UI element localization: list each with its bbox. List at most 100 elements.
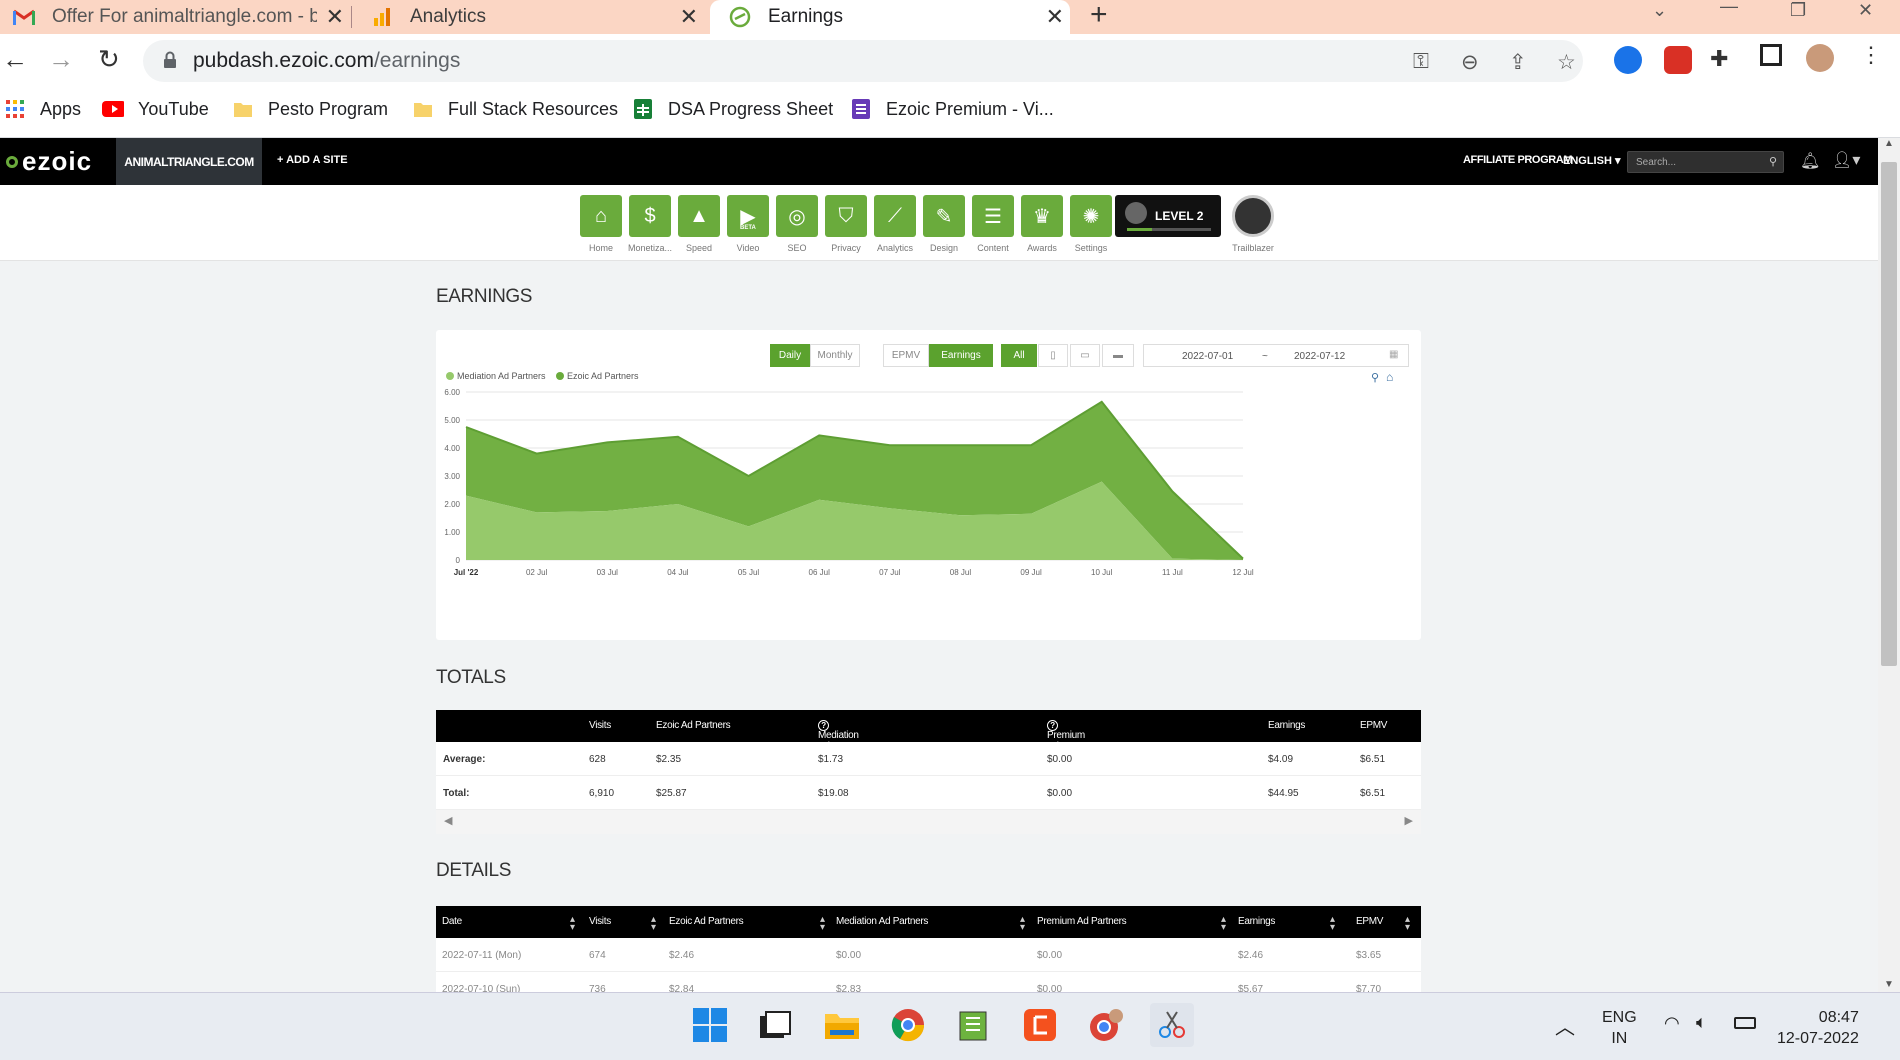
details-col-header[interactable]: Visits bbox=[589, 916, 611, 927]
table-cell: 6,910 bbox=[589, 788, 615, 799]
add-site-link[interactable]: + ADD A SITE bbox=[277, 154, 348, 166]
affiliate-program-link[interactable]: AFFILIATE PROGRAM bbox=[1463, 154, 1573, 166]
close-icon[interactable]: ✕ bbox=[326, 4, 344, 30]
share-icon[interactable]: ⇪ bbox=[1509, 50, 1527, 75]
nav-settings[interactable]: ✺ Settings bbox=[1069, 195, 1113, 253]
youtube-icon bbox=[102, 98, 124, 120]
ezoic-search-input[interactable]: Search... ⚲ bbox=[1627, 151, 1784, 173]
new-tab-button[interactable]: + bbox=[1090, 0, 1108, 30]
scroll-up-icon[interactable]: ▲ bbox=[1884, 138, 1894, 149]
volume-icon[interactable]: 🔈︎ bbox=[1696, 1012, 1707, 1033]
reload-icon[interactable]: ↻ bbox=[98, 44, 120, 75]
sort-icon[interactable]: ▴ ▾ bbox=[1221, 915, 1226, 933]
sort-icon[interactable]: ▴ ▾ bbox=[1330, 915, 1335, 933]
extensions-puzzle-icon[interactable]: ✚ bbox=[1710, 46, 1728, 72]
nav-analytics[interactable]: ⟋ Analytics bbox=[873, 195, 917, 253]
bookmark-pesto[interactable]: Pesto Program bbox=[232, 98, 388, 120]
bookmark-fullstack[interactable]: Full Stack Resources bbox=[412, 98, 618, 120]
details-col-header[interactable]: Ezoic Ad Partners bbox=[669, 916, 744, 927]
windows-start-icon[interactable] bbox=[688, 1003, 732, 1047]
level-badge[interactable]: LEVEL 2 bbox=[1115, 195, 1221, 237]
nav-speed[interactable]: ▲ Speed bbox=[677, 195, 721, 253]
menu-kebab-icon[interactable]: ⋮ bbox=[1860, 42, 1882, 68]
back-icon[interactable]: ← bbox=[2, 44, 28, 75]
zoom-out-icon[interactable]: ⊖ bbox=[1461, 50, 1479, 75]
bookmark-star-icon[interactable]: ☆ bbox=[1557, 50, 1576, 75]
nav-label: SEO bbox=[787, 243, 807, 253]
bookmark-ezoic-premium[interactable]: Ezoic Premium - Vi... bbox=[850, 98, 1054, 120]
scroll-right-icon[interactable]: ▶ bbox=[1405, 814, 1413, 827]
extension-red-icon[interactable] bbox=[1664, 46, 1692, 74]
language-label: ENGLISH bbox=[1563, 155, 1612, 167]
details-col-header[interactable]: Premium Ad Partners bbox=[1037, 916, 1127, 927]
search-icon[interactable]: ⚲ bbox=[1769, 155, 1777, 168]
extension-blue-icon[interactable] bbox=[1614, 46, 1642, 74]
chrome-profile-icon[interactable] bbox=[1084, 1003, 1128, 1047]
bookmark-label: DSA Progress Sheet bbox=[668, 98, 834, 119]
details-col-header[interactable]: EPMV bbox=[1356, 916, 1383, 927]
scrollbar-thumb[interactable] bbox=[1881, 162, 1897, 666]
profile-avatar[interactable] bbox=[1806, 44, 1834, 72]
totals-header-row: Visits Ezoic Ad Partners Mediation Ad Pa… bbox=[436, 710, 1421, 763]
details-col-header[interactable]: Date bbox=[442, 916, 462, 927]
language-dropdown[interactable]: ENGLISH ▾ bbox=[1563, 154, 1621, 167]
input-language[interactable]: ENG IN bbox=[1602, 1007, 1637, 1049]
sort-icon[interactable]: ▴ ▾ bbox=[820, 915, 825, 933]
level-avatar bbox=[1125, 202, 1147, 224]
y-tick-label: 1.00 bbox=[444, 528, 460, 537]
tab-search-chevron-icon[interactable]: ⌄ bbox=[1652, 0, 1667, 21]
user-menu-icon[interactable]: 👤︎▾ bbox=[1832, 150, 1860, 170]
nav-awards[interactable]: ♛ Awards bbox=[1020, 195, 1064, 253]
side-panel-icon[interactable] bbox=[1760, 44, 1782, 66]
restore-icon[interactable]: ❐ bbox=[1790, 0, 1806, 21]
scroll-left-icon[interactable]: ◀ bbox=[444, 814, 452, 827]
file-explorer-icon[interactable] bbox=[820, 1003, 864, 1047]
chrome-icon[interactable] bbox=[886, 1003, 930, 1047]
nav-home[interactable]: ⌂ Home bbox=[579, 195, 623, 253]
close-icon[interactable]: ✕ bbox=[680, 4, 698, 30]
key-icon[interactable]: ⚿ bbox=[1413, 50, 1429, 74]
close-icon[interactable]: ✕ bbox=[1046, 4, 1064, 30]
nav-monetiza[interactable]: $ Monetiza... bbox=[628, 195, 672, 253]
trailblazer-badge[interactable]: Trailblazer bbox=[1232, 195, 1274, 253]
x-tick-label: 12 Jul bbox=[1232, 568, 1254, 577]
ezoic-logo[interactable]: ezoic bbox=[6, 146, 92, 177]
tab-gmail[interactable]: Offer For animaltriangle.com - ba ✕ bbox=[0, 0, 350, 34]
nav-design[interactable]: ✎ Design bbox=[922, 195, 966, 253]
bell-icon[interactable]: 🔔︎ bbox=[1800, 151, 1820, 171]
site-selector[interactable]: ANIMALTRIANGLE.COM bbox=[116, 138, 262, 185]
sort-icon[interactable]: ▴ ▾ bbox=[1405, 915, 1410, 933]
row-label: Total: bbox=[443, 788, 470, 799]
table-horizontal-scrollbar[interactable]: ◀ ▶ bbox=[436, 810, 1421, 834]
forward-icon[interactable]: → bbox=[48, 44, 74, 75]
snipping-tool-icon[interactable] bbox=[1150, 1003, 1194, 1047]
bookmark-dsa[interactable]: DSA Progress Sheet bbox=[632, 98, 833, 120]
sort-icon[interactable]: ▴ ▾ bbox=[1020, 915, 1025, 933]
scroll-down-icon[interactable]: ▼ bbox=[1884, 979, 1894, 990]
system-clock[interactable]: 08:47 12-07-2022 bbox=[1777, 1007, 1859, 1049]
table-cell: $6.51 bbox=[1360, 754, 1386, 765]
task-view-icon[interactable] bbox=[753, 1003, 797, 1047]
tab-analytics[interactable]: Analytics ✕ bbox=[352, 0, 704, 34]
nav-privacy[interactable]: ⛉ Privacy bbox=[824, 195, 868, 253]
table-cell: $2.46 bbox=[669, 950, 695, 961]
nav-content[interactable]: ☰ Content bbox=[971, 195, 1015, 253]
nav-seo[interactable]: ◎ SEO bbox=[775, 195, 819, 253]
wifi-icon[interactable]: ◠ bbox=[1664, 1013, 1680, 1034]
tab-earnings[interactable]: Earnings ✕ bbox=[710, 0, 1070, 34]
omnibox[interactable]: pubdash.ezoic.com/earnings ⚿ ⊖ ⇪ ☆ bbox=[143, 40, 1583, 82]
nav-video[interactable]: ▶ BETA Video bbox=[726, 195, 770, 253]
minimize-icon[interactable]: — bbox=[1720, 0, 1738, 17]
bookmark-apps[interactable]: Apps bbox=[4, 98, 81, 120]
details-col-header[interactable]: Mediation Ad Partners bbox=[836, 916, 928, 927]
battery-icon[interactable] bbox=[1734, 1017, 1756, 1029]
page-scrollbar[interactable]: ▲ ▼ bbox=[1878, 138, 1900, 992]
sort-icon[interactable]: ▴ ▾ bbox=[570, 915, 575, 933]
app-red-icon[interactable] bbox=[1018, 1003, 1062, 1047]
bookmark-youtube[interactable]: YouTube bbox=[102, 98, 209, 120]
window-close-icon[interactable]: ✕ bbox=[1858, 0, 1873, 21]
tray-chevron-up-icon[interactable]: ︿ bbox=[1555, 1011, 1575, 1040]
details-col-header[interactable]: Earnings bbox=[1238, 916, 1275, 927]
notepad-icon[interactable] bbox=[952, 1003, 996, 1047]
sort-icon[interactable]: ▴ ▾ bbox=[651, 915, 656, 933]
